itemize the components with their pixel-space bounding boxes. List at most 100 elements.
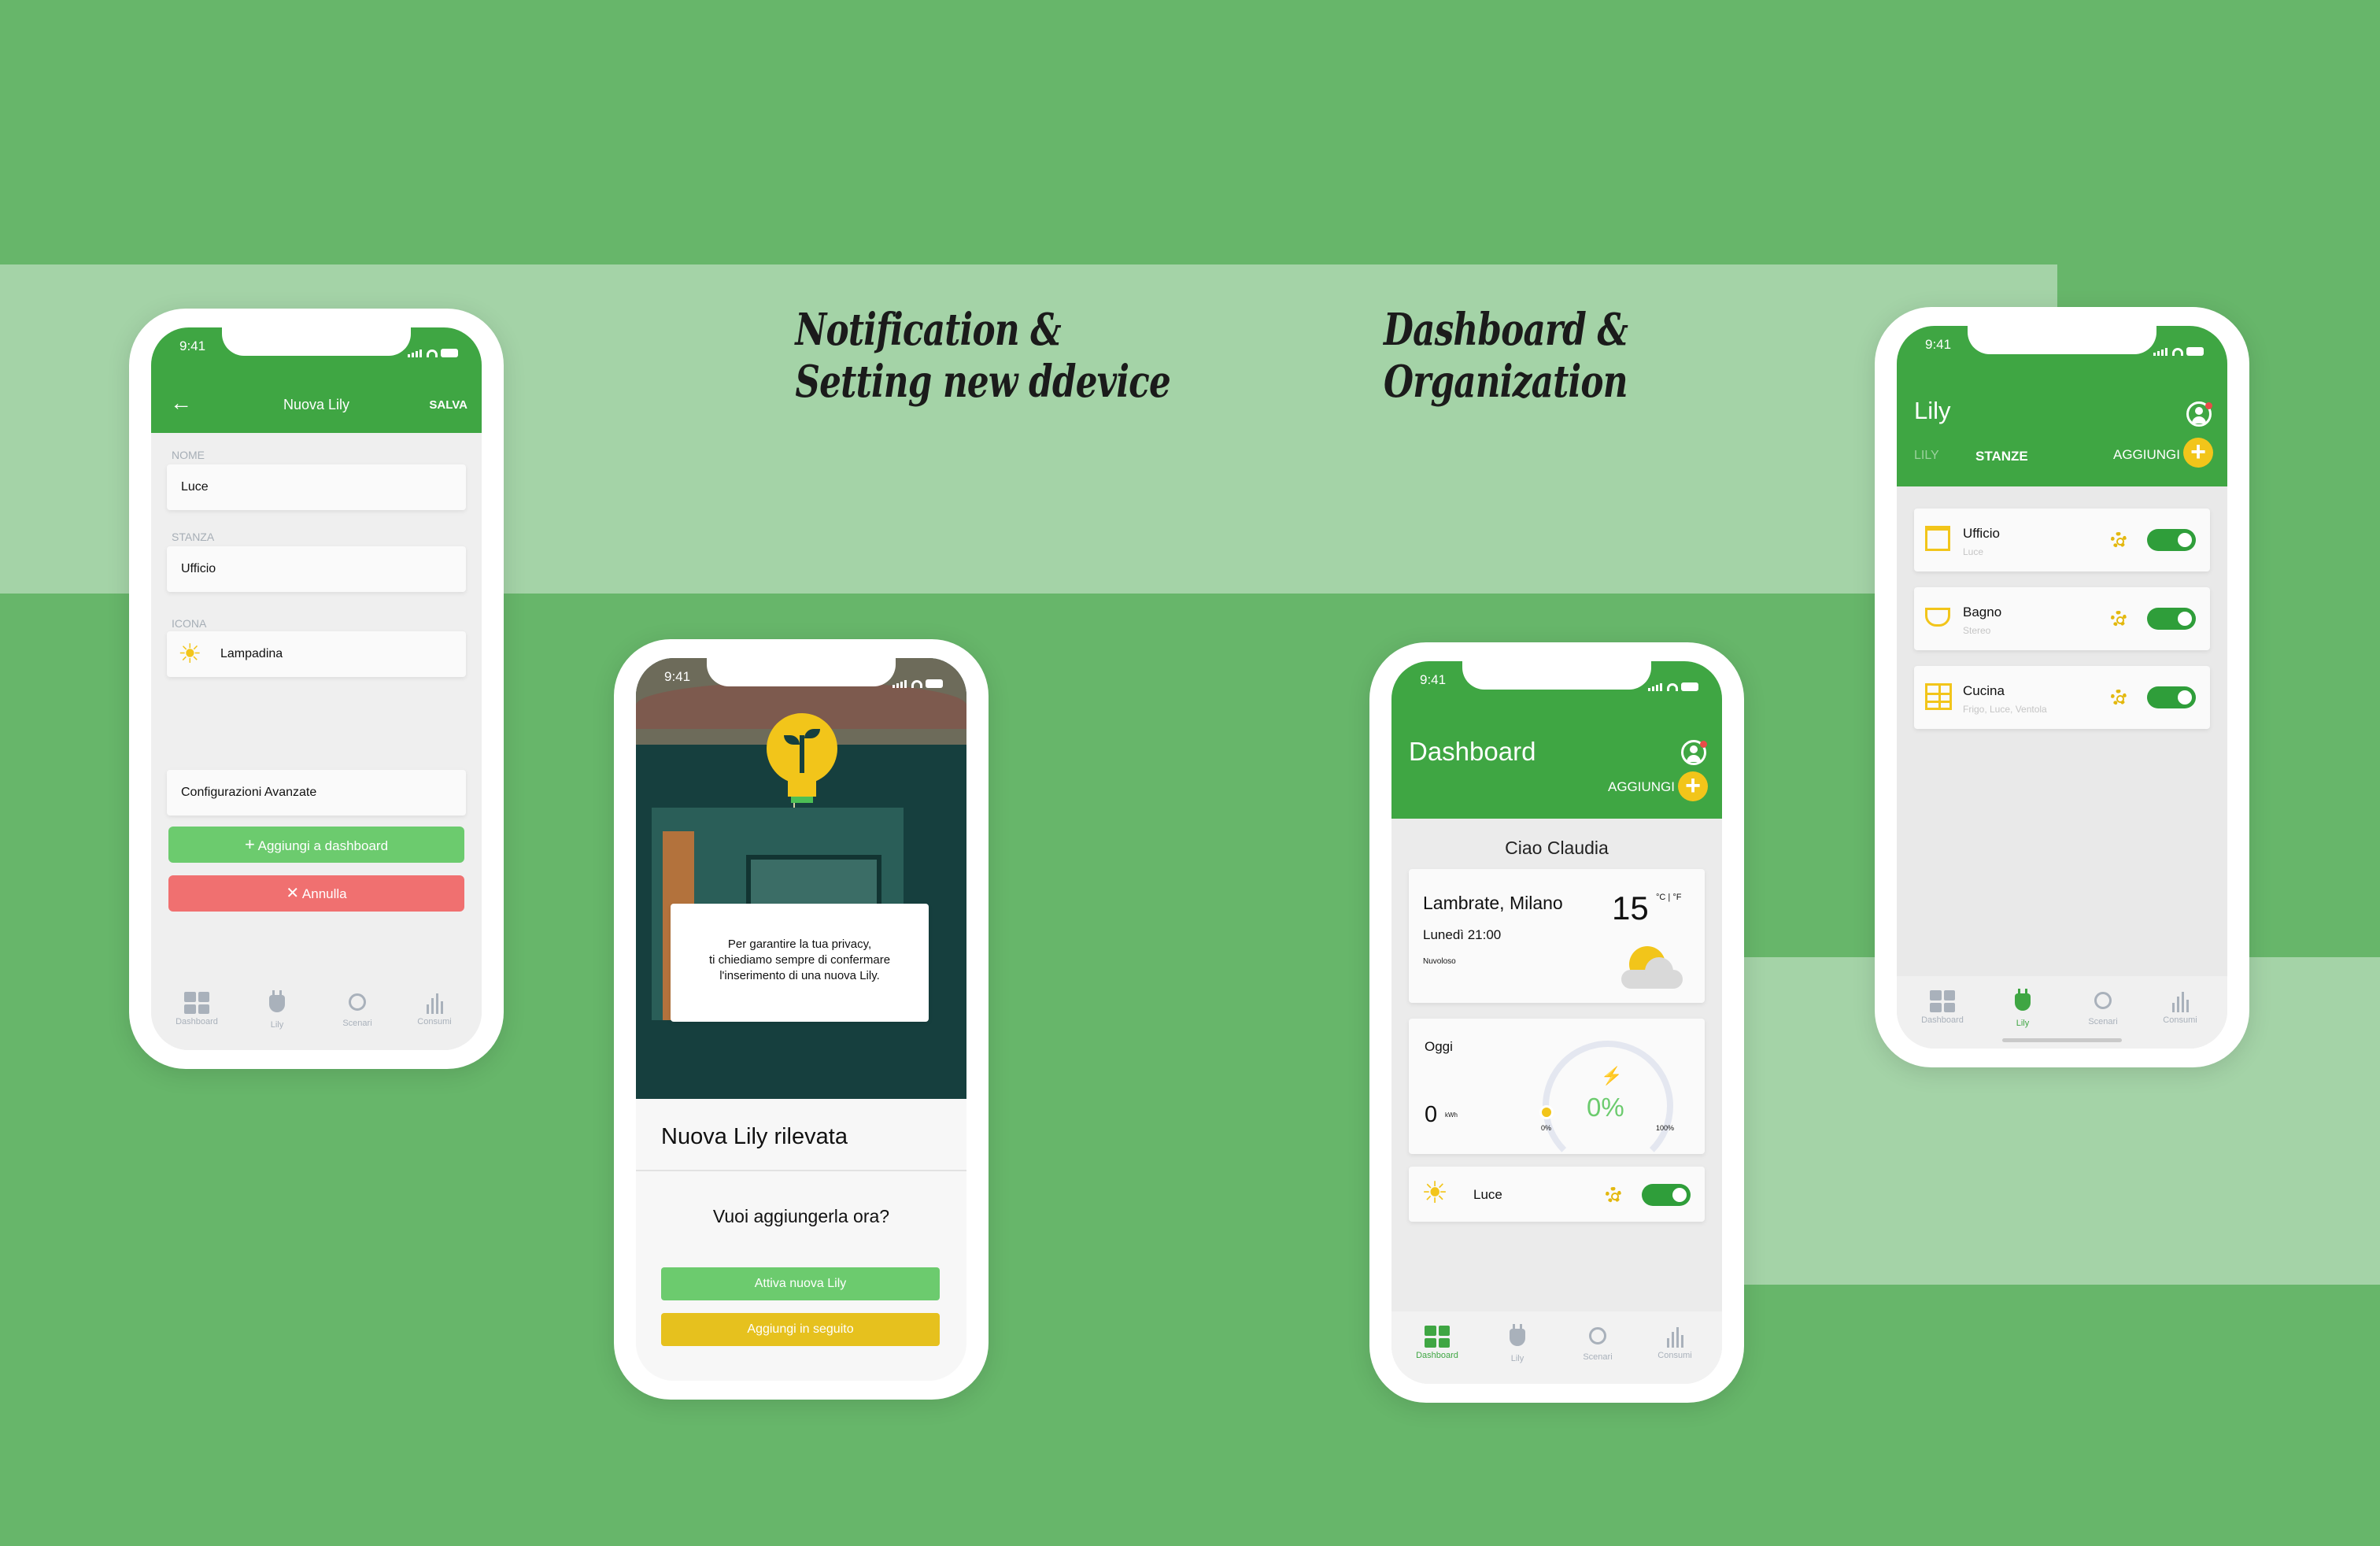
advanced-settings-row[interactable]: Configurazioni Avanzate xyxy=(167,770,466,816)
greeting: Ciao Claudia xyxy=(1505,838,1609,858)
tab-lily[interactable]: Lily xyxy=(246,990,309,1030)
save-button[interactable]: SALVA xyxy=(429,398,468,412)
nome-field[interactable]: Luce xyxy=(167,464,466,510)
kwh-unit: kWh xyxy=(1445,1111,1458,1119)
dashboard-icon xyxy=(184,992,209,1014)
add-label[interactable]: AGGIUNGI xyxy=(2113,447,2180,463)
add-to-dashboard-button[interactable]: + Aggiungi a dashboard xyxy=(168,827,464,863)
desk-icon xyxy=(1925,526,1950,551)
bathtub-icon xyxy=(1925,608,1950,627)
status-icons xyxy=(2153,340,2207,356)
settings-gear-icon[interactable] xyxy=(2111,611,2127,627)
phone-new-lily: 9:41 ← Nuova Lily SALVA NOME Luce STANZA… xyxy=(129,309,504,1069)
add-later-button[interactable]: Aggiungi in seguito xyxy=(661,1313,940,1346)
bar-chart-icon xyxy=(422,992,447,1014)
settings-gear-icon[interactable] xyxy=(2111,690,2127,705)
screen-detected: 9:41 Per garantire la tua privacy, ti ch… xyxy=(636,658,966,1381)
tab-stanze-top[interactable]: STANZE xyxy=(1975,449,2028,464)
phone-lily-rooms: 9:41 Lily LILY STANZE AGGIUNGI + Ufficio… xyxy=(1875,307,2249,1067)
tab-consumi[interactable]: Consumi xyxy=(1643,1326,1706,1360)
weather-condition: Nuvoloso xyxy=(1423,957,1456,966)
dashboard-icon xyxy=(1425,1326,1450,1348)
tab-consumi[interactable]: Consumi xyxy=(2149,990,2212,1025)
room-name: Cucina xyxy=(1963,683,2005,698)
activate-button[interactable]: Attiva nuova Lily xyxy=(661,1267,940,1300)
privacy-notice: Per garantire la tua privacy, ti chiedia… xyxy=(671,904,929,1022)
room-illustration xyxy=(636,658,966,1099)
stanza-field[interactable]: Ufficio xyxy=(167,546,466,592)
phone-dashboard: 9:41 Dashboard AGGIUNGI + Ciao Claudia L… xyxy=(1369,642,1744,1403)
page-title: Lily xyxy=(1914,397,1951,424)
tab-scenari[interactable]: Scenari xyxy=(326,992,389,1028)
room-row-bagno[interactable]: Bagno Stereo xyxy=(1914,587,2210,650)
gauge-max-label: 100% xyxy=(1656,1124,1675,1132)
tab-label: Scenari xyxy=(342,1019,372,1028)
tab-dashboard[interactable]: Dashboard xyxy=(1406,1326,1469,1360)
screen-dashboard: 9:41 Dashboard AGGIUNGI + Ciao Claudia L… xyxy=(1391,661,1722,1384)
settings-gear-icon[interactable] xyxy=(1606,1187,1621,1203)
gauge-min-label: 0% xyxy=(1541,1124,1552,1132)
plug-icon xyxy=(2010,989,2035,1015)
lightbulb-plant-icon xyxy=(767,713,837,784)
user-profile-icon[interactable] xyxy=(1681,740,1707,765)
room-toggle[interactable] xyxy=(2147,608,2196,630)
add-to-dashboard-label: Aggiungi a dashboard xyxy=(257,838,389,853)
room-devices: Stereo xyxy=(1963,625,1991,636)
tab-lily[interactable]: Lily xyxy=(1991,989,2054,1028)
status-time: 9:41 xyxy=(1925,337,1952,352)
tab-dashboard[interactable]: Dashboard xyxy=(1911,990,1974,1025)
tab-lily-top[interactable]: LILY xyxy=(1914,449,1939,463)
stanza-label: STANZA xyxy=(172,531,215,543)
tab-scenari[interactable]: Scenari xyxy=(2071,990,2134,1026)
room-toggle[interactable] xyxy=(2147,686,2196,708)
dashboard-icon xyxy=(1930,990,1955,1012)
tab-label: Consumi xyxy=(417,1017,452,1026)
add-plus-icon[interactable]: + xyxy=(1678,771,1708,801)
room-row-ufficio[interactable]: Ufficio Luce xyxy=(1914,509,2210,571)
tab-label: Consumi xyxy=(2163,1015,2197,1025)
cancel-button[interactable]: ✕ Annulla xyxy=(168,875,464,912)
status-bar: 9:41 xyxy=(179,338,461,357)
tab-label: Lily xyxy=(2016,1019,2030,1028)
add-plus-icon[interactable]: + xyxy=(2183,438,2213,468)
kwh-value: 0 xyxy=(1425,1102,1438,1127)
plus-icon: + xyxy=(244,834,255,854)
weather-card: Lambrate, Milano Lunedì 21:00 Nuvoloso 1… xyxy=(1409,869,1705,1003)
room-devices: Frigo, Luce, Ventola xyxy=(1963,704,2047,715)
lightbulb-icon: ☀ xyxy=(178,639,202,669)
screen-new-lily: 9:41 ← Nuova Lily SALVA NOME Luce STANZA… xyxy=(151,327,482,1050)
tab-dashboard[interactable]: Dashboard xyxy=(165,992,228,1026)
cancel-label: Annulla xyxy=(301,886,347,901)
room-row-cucina[interactable]: Cucina Frigo, Luce, Ventola xyxy=(1914,666,2210,729)
scenes-icon xyxy=(345,993,370,1015)
gauge-percent: 0% xyxy=(1587,1093,1624,1122)
tab-scenari[interactable]: Scenari xyxy=(1566,1326,1629,1362)
nome-label: NOME xyxy=(172,449,205,461)
tab-label: Dashboard xyxy=(176,1017,218,1026)
room-toggle[interactable] xyxy=(2147,529,2196,551)
tab-bar: Dashboard Lily Scenari Consumi xyxy=(151,978,482,1050)
status-bar: 9:41 xyxy=(1420,672,1702,691)
screen-lily-rooms: 9:41 Lily LILY STANZE AGGIUNGI + Ufficio… xyxy=(1897,326,2227,1049)
tab-lily[interactable]: Lily xyxy=(1486,1324,1549,1363)
add-label[interactable]: AGGIUNGI xyxy=(1608,779,1675,795)
icona-value: Lampadina xyxy=(220,647,283,660)
stanza-value: Ufficio xyxy=(181,562,216,575)
scenes-icon xyxy=(2090,992,2116,1014)
icona-field[interactable]: ☀ Lampadina xyxy=(167,631,466,677)
room-devices: Luce xyxy=(1963,546,1984,557)
user-profile-icon[interactable] xyxy=(2186,401,2212,427)
scenes-icon xyxy=(1585,1327,1610,1349)
phone-new-lily-detected: 9:41 Per garantire la tua privacy, ti ch… xyxy=(614,639,989,1400)
status-time: 9:41 xyxy=(179,338,206,353)
temperature: 15 xyxy=(1612,890,1649,926)
device-toggle[interactable] xyxy=(1642,1184,1691,1206)
partly-cloudy-icon xyxy=(1621,946,1684,990)
tab-label: Scenari xyxy=(2088,1017,2118,1026)
settings-gear-icon[interactable] xyxy=(2111,532,2127,548)
device-row-luce[interactable]: ☀ Luce xyxy=(1409,1167,1705,1222)
detected-title: Nuova Lily rilevata xyxy=(661,1124,848,1149)
tab-consumi[interactable]: Consumi xyxy=(403,992,466,1026)
status-icons xyxy=(408,342,461,357)
detected-sheet: Nuova Lily rilevata Vuoi aggiungerla ora… xyxy=(636,1105,966,1381)
